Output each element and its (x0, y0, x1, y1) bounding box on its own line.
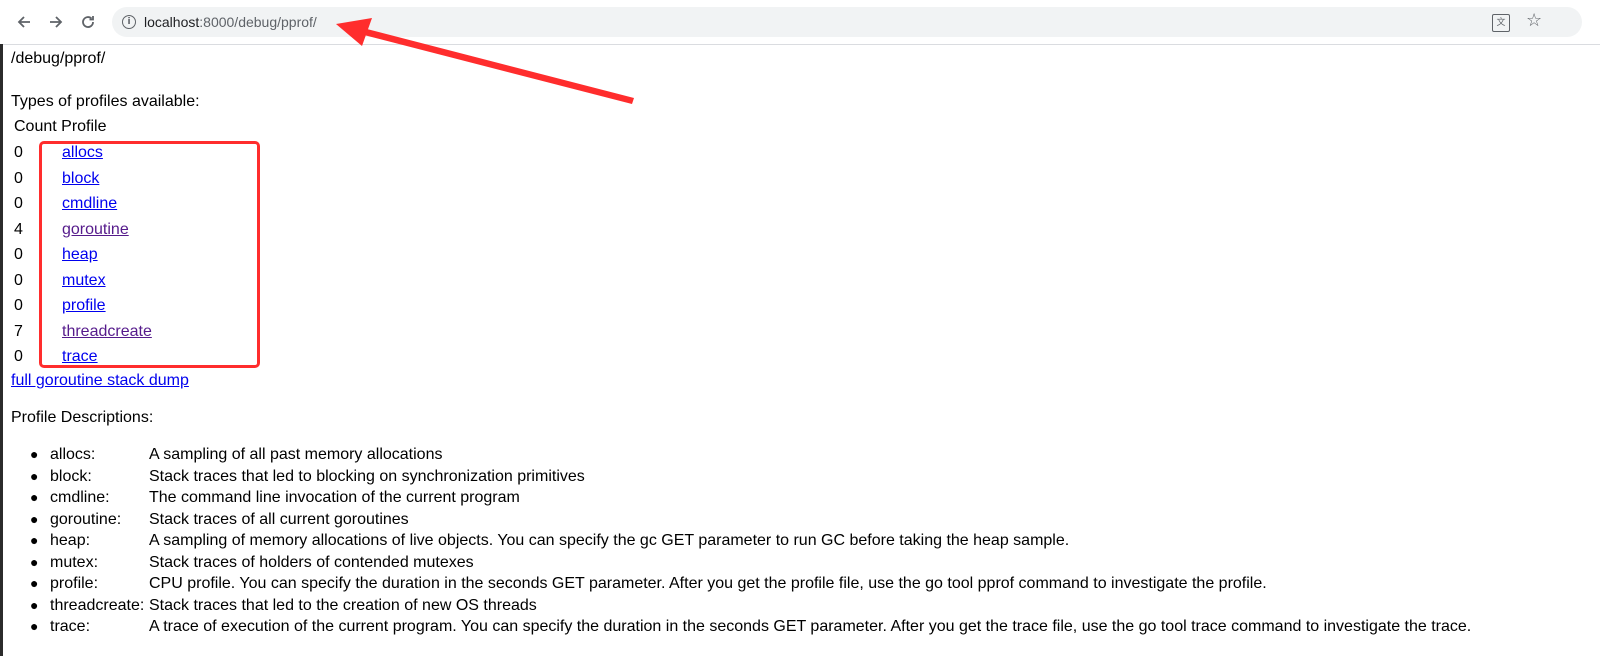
arrow-head (336, 18, 372, 46)
annotation-arrow (336, 18, 634, 104)
arrow-shaft (360, 28, 634, 104)
